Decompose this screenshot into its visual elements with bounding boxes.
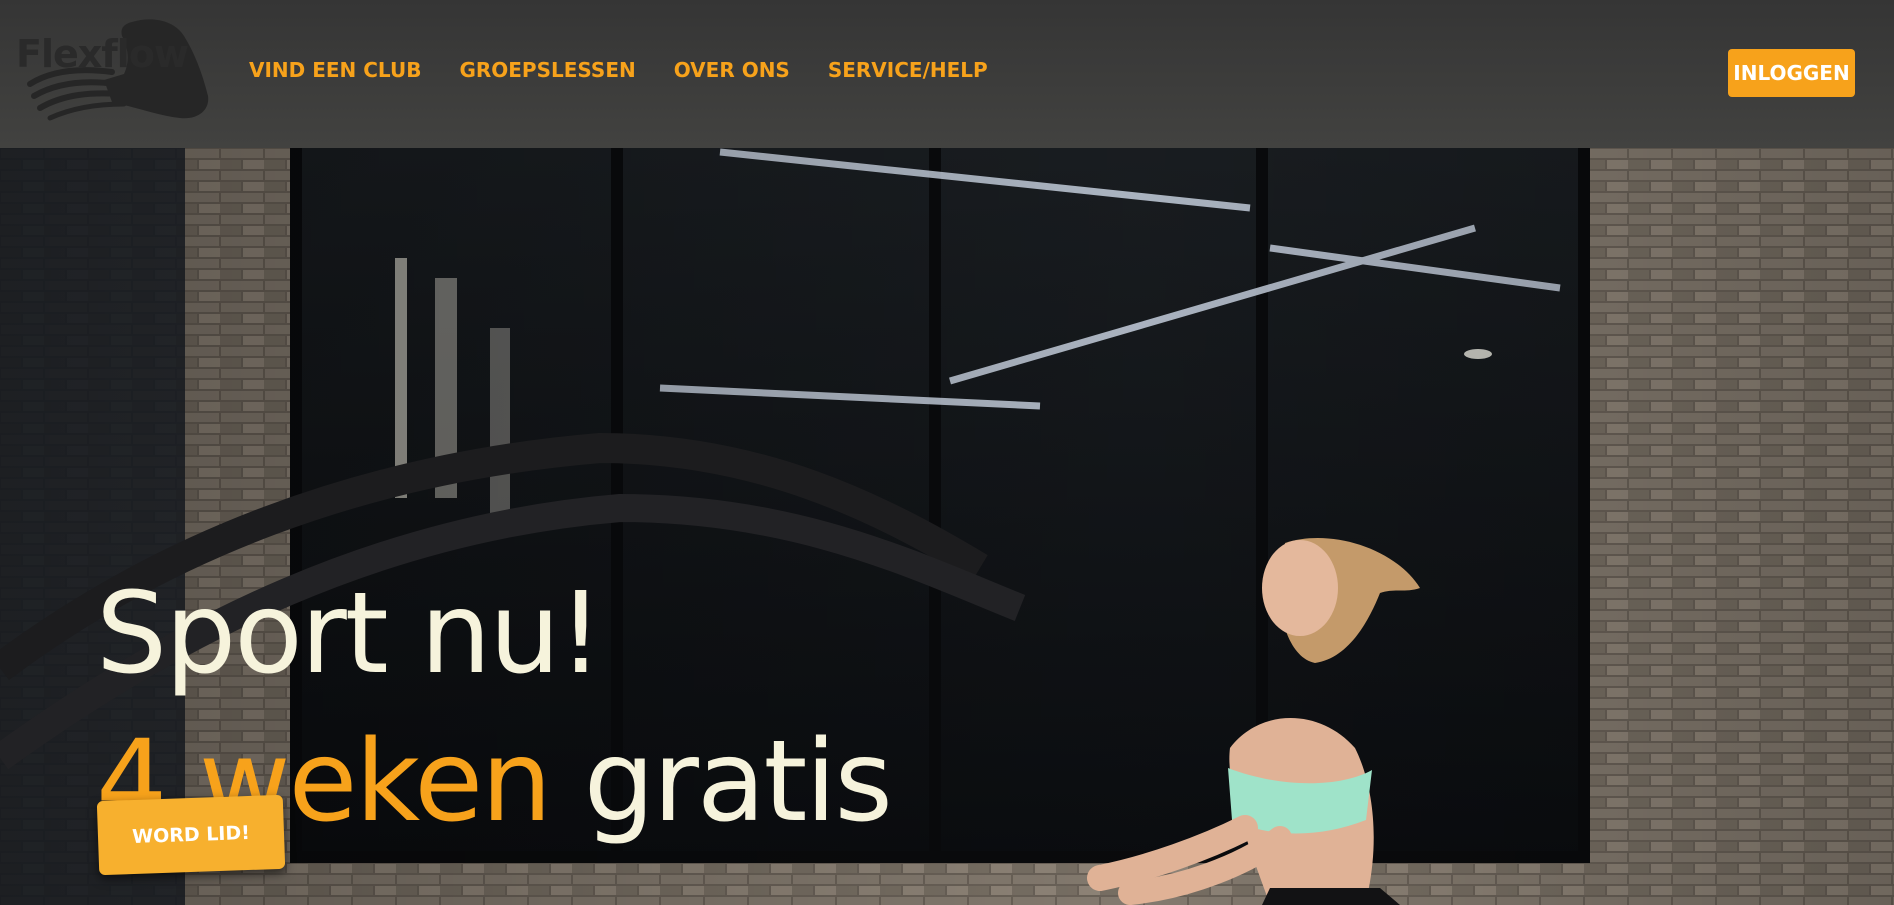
hero-section: Sport nu! 4 weken gratis bbox=[0, 148, 1894, 905]
headline-rest: gratis bbox=[583, 717, 893, 847]
top-navbar: Flexflow VIND EEN CLUB GROEPSLESSEN OVER… bbox=[0, 0, 1894, 148]
main-nav: VIND EEN CLUB GROEPSLESSEN OVER ONS SERV… bbox=[249, 58, 1026, 82]
nav-groepslessen[interactable]: GROEPSLESSEN bbox=[459, 58, 635, 82]
login-button[interactable]: INLOGGEN bbox=[1728, 49, 1855, 97]
headline-line-1: Sport nu! bbox=[96, 569, 603, 699]
nav-service-help[interactable]: SERVICE/HELP bbox=[828, 58, 988, 82]
nav-over-ons[interactable]: OVER ONS bbox=[674, 58, 790, 82]
flexflow-logo[interactable]: Flexflow bbox=[12, 14, 212, 126]
become-member-button[interactable]: WORD LID! bbox=[96, 794, 286, 876]
nav-vind-een-club[interactable]: VIND EEN CLUB bbox=[249, 58, 421, 82]
logo-wordmark: Flexflow bbox=[16, 32, 189, 76]
